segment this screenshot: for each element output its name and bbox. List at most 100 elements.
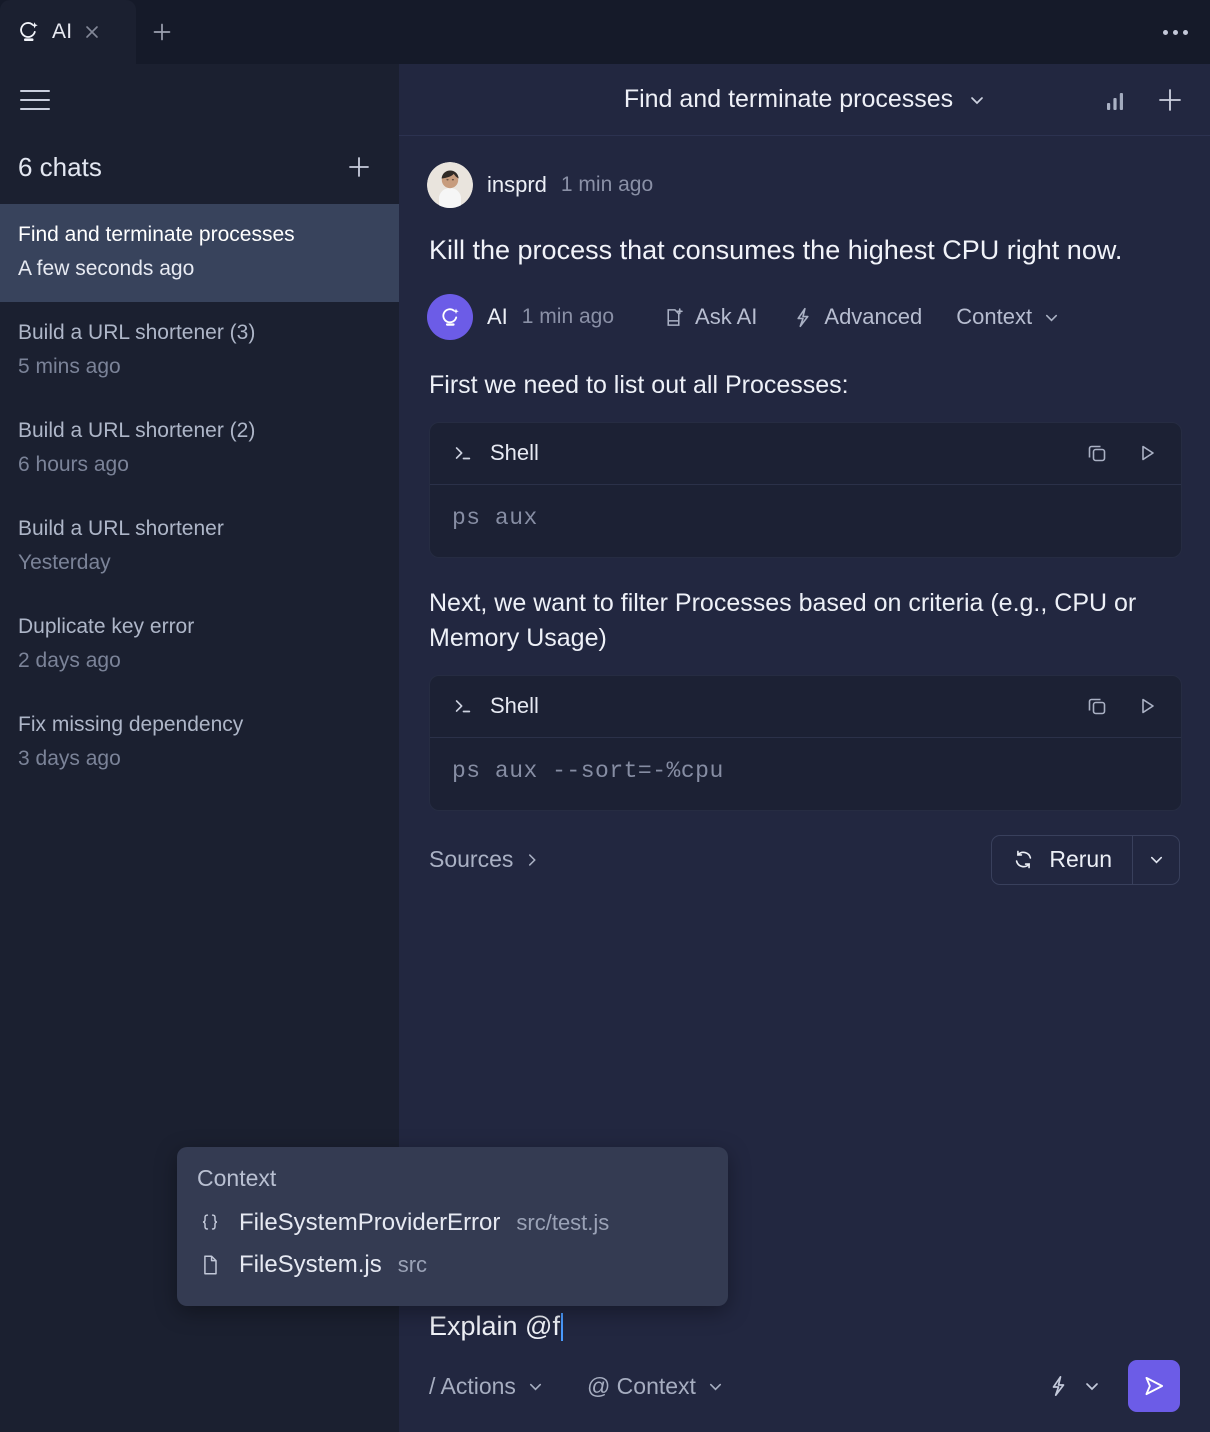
- thread-header: Find and terminate processes: [399, 64, 1210, 136]
- user-avatar: [427, 162, 473, 208]
- rerun-button-group: Rerun: [991, 834, 1180, 885]
- sidebar-chat-item-2[interactable]: Build a URL shortener (2) 6 hours ago: [0, 400, 399, 498]
- sidebar-chat-item-0[interactable]: Find and terminate processes A few secon…: [0, 204, 399, 303]
- bar-chart-icon[interactable]: [1104, 88, 1128, 112]
- send-icon: [1141, 1373, 1167, 1399]
- sources-button[interactable]: Sources: [429, 846, 541, 873]
- rerun-button[interactable]: Rerun: [992, 836, 1132, 884]
- context-popup-item-1[interactable]: FileSystem.js src: [197, 1244, 708, 1286]
- chat-item-time: 2 days ago: [18, 649, 121, 673]
- thread-title-dropdown[interactable]: Find and terminate processes: [427, 85, 1184, 114]
- ai-message-header: AI 1 min ago Ask AI Advanced Context: [427, 294, 1182, 341]
- conversation: insprd 1 min ago Kill the process that c…: [399, 136, 1210, 1293]
- chats-count-label: 6 chats: [18, 151, 102, 182]
- code-block-header: Shell: [430, 423, 1181, 485]
- ask-ai-label: Ask AI: [695, 304, 758, 330]
- context-popup-item-0[interactable]: FileSystemProviderError src/test.js: [197, 1202, 708, 1244]
- bolt-icon: [1046, 1374, 1070, 1398]
- code-language-label: Shell: [490, 693, 539, 719]
- code-text: ps aux: [452, 504, 538, 531]
- browser-tab-ai[interactable]: AI: [0, 0, 136, 64]
- chat-item-title: Fix missing dependency: [18, 713, 244, 737]
- chevron-down-icon: [1042, 308, 1061, 327]
- copy-icon[interactable]: [1085, 694, 1109, 718]
- code-block-body[interactable]: ps aux --sort=-%cpu: [430, 738, 1181, 810]
- chat-item-title: Find and terminate processes: [18, 223, 295, 246]
- context-item-path: src: [397, 1252, 428, 1277]
- chat-item-time: 5 mins ago: [18, 355, 121, 379]
- terminal-prompt-icon: [452, 695, 474, 717]
- context-dropdown-button[interactable]: @ Context: [587, 1373, 725, 1400]
- copy-icon[interactable]: [1085, 441, 1109, 465]
- context-item-name: FileSystem.js: [239, 1251, 382, 1278]
- chevron-down-icon: [706, 1377, 725, 1396]
- advanced-button[interactable]: Advanced: [791, 304, 922, 330]
- message-input-value: Explain @f: [429, 1311, 560, 1341]
- send-button[interactable]: [1128, 1360, 1180, 1412]
- advanced-label: Advanced: [824, 304, 923, 330]
- thread-header-actions: [1104, 86, 1184, 114]
- model-selector-button[interactable]: [1046, 1374, 1102, 1398]
- user-message-header: insprd 1 min ago: [427, 162, 1182, 208]
- code-block-1: Shell ps aux: [429, 421, 1182, 558]
- code-block-header: Shell: [430, 676, 1181, 738]
- actions-dropdown-button[interactable]: / Actions: [429, 1373, 545, 1400]
- sidebar-chat-item-5[interactable]: Fix missing dependency 3 days ago: [0, 694, 399, 792]
- sidebar-chat-item-1[interactable]: Build a URL shortener (3) 5 mins ago: [0, 302, 399, 400]
- actions-label: / Actions: [429, 1372, 516, 1399]
- chat-item-title: Build a URL shortener (2): [18, 419, 256, 443]
- more-horizontal-icon: [1163, 29, 1168, 35]
- ai-message-actions: Ask AI Advanced Context: [628, 304, 1061, 330]
- play-icon[interactable]: [1135, 694, 1159, 718]
- text-cursor: [560, 1312, 563, 1341]
- chevron-down-icon: [1082, 1376, 1102, 1396]
- chat-item-time: 6 hours ago: [18, 453, 129, 477]
- message-input[interactable]: Explain @f: [427, 1303, 1182, 1358]
- chat-item-title: Build a URL shortener (3): [18, 321, 256, 345]
- chat-item-time: A few seconds ago: [18, 257, 195, 281]
- message-author: insprd: [487, 172, 547, 197]
- chevron-down-icon: [1147, 850, 1166, 869]
- braces-icon: [197, 1211, 223, 1235]
- hamburger-icon[interactable]: [20, 83, 54, 117]
- sidebar-chat-item-4[interactable]: Duplicate key error 2 days ago: [0, 596, 399, 694]
- close-icon[interactable]: [82, 22, 102, 42]
- ai-moon-sparkle-logo-icon: [437, 304, 464, 331]
- chat-item-title: Duplicate key error: [18, 615, 195, 639]
- code-block-body[interactable]: ps aux: [430, 485, 1181, 557]
- play-icon[interactable]: [1135, 441, 1159, 465]
- ai-moon-sparkle-logo-icon: [16, 19, 42, 45]
- context-item-name: FileSystemProviderError: [239, 1209, 501, 1236]
- terminal-prompt-icon: [452, 442, 474, 464]
- new-tab-button[interactable]: [136, 0, 188, 64]
- context-suggestion-popup: Context FileSystemProviderError src/test…: [177, 1147, 728, 1306]
- sidebar-chat-item-3[interactable]: Build a URL shortener Yesterday: [0, 498, 399, 596]
- context-dropdown-button[interactable]: Context: [956, 304, 1061, 330]
- message-time: 1 min ago: [560, 173, 654, 196]
- code-block-tools: [1085, 694, 1159, 718]
- rerun-dropdown-button[interactable]: [1133, 836, 1179, 884]
- ai-avatar: [427, 294, 473, 341]
- chat-item-time: 3 days ago: [18, 747, 121, 771]
- app-window: AI 6 chats Find and terminate processes …: [0, 0, 1210, 1432]
- page-title: Find and terminate processes: [623, 85, 954, 113]
- window-overflow-menu-button[interactable]: [1163, 0, 1210, 64]
- code-block-tools: [1085, 441, 1159, 465]
- add-thread-button[interactable]: [1156, 86, 1184, 114]
- context-popup-title: Context: [197, 1165, 277, 1191]
- page-plus-icon: [662, 306, 685, 329]
- ai-paragraph-2: Next, we want to filter Processes based …: [429, 588, 1137, 653]
- ask-ai-button[interactable]: Ask AI: [662, 304, 757, 330]
- chat-item-time: Yesterday: [18, 551, 111, 575]
- main-panel: Find and terminate processes insprd 1 mi…: [177, 64, 1210, 1432]
- new-chat-button[interactable]: [345, 153, 373, 181]
- title-bar-spacer: [188, 0, 1163, 64]
- sources-label: Sources: [429, 846, 514, 873]
- code-language-label: Shell: [490, 440, 539, 466]
- rerun-label: Rerun: [1049, 846, 1112, 873]
- context-label: Context: [956, 304, 1033, 330]
- composer-toolbar: / Actions @ Context: [427, 1358, 1182, 1412]
- ai-paragraph-1: First we need to list out all Processes:: [429, 371, 849, 400]
- composer: Context FileSystemProviderError src/test…: [177, 1147, 1210, 1432]
- chevron-down-icon: [526, 1377, 545, 1396]
